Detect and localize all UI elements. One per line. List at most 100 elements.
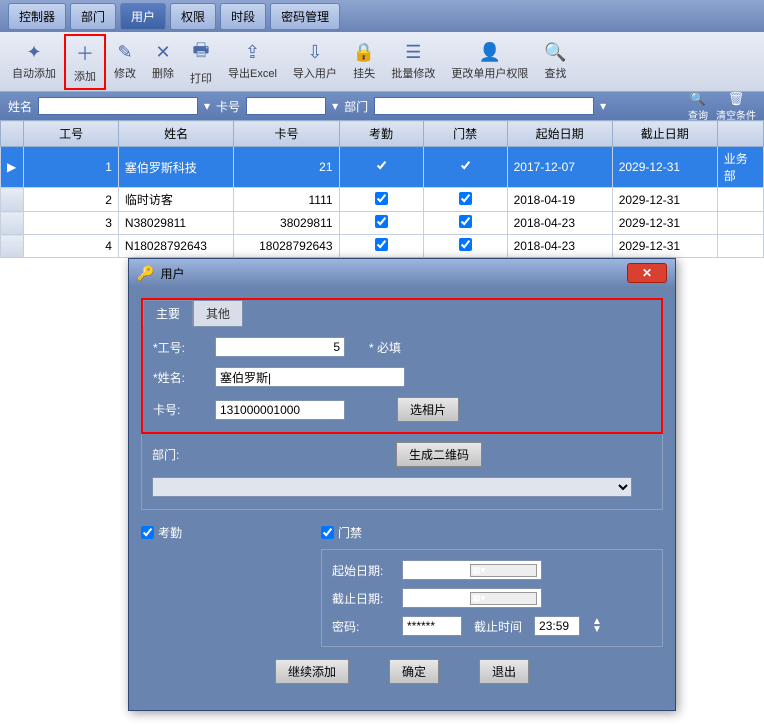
- end-date-input[interactable]: 2029-12-31▦▾: [402, 588, 542, 608]
- cell-card: 1111: [234, 188, 339, 212]
- access-checkbox[interactable]: [459, 215, 472, 228]
- th-end[interactable]: 截止日期: [612, 121, 717, 147]
- name-input[interactable]: [215, 367, 405, 387]
- start-date-input[interactable]: 2018-07-22▦▾: [402, 560, 542, 580]
- name-label: *姓名:: [153, 369, 203, 386]
- dropdown-icon[interactable]: ▾: [600, 99, 606, 113]
- menu-password[interactable]: 密码管理: [270, 3, 340, 30]
- tool-print[interactable]: 🖶打印: [182, 34, 220, 90]
- row-handle[interactable]: ▶: [1, 147, 24, 188]
- th-name[interactable]: 姓名: [118, 121, 234, 147]
- row-handle[interactable]: [1, 188, 24, 212]
- filter-card-input[interactable]: [246, 97, 326, 115]
- tool-import[interactable]: ⇩导入用户: [285, 38, 345, 85]
- cell-attendance: [339, 235, 423, 258]
- th-id[interactable]: 工号: [24, 121, 119, 147]
- dialog-titlebar[interactable]: 🔑 用户 ✕: [129, 259, 675, 287]
- dept-label: 部门:: [152, 446, 202, 463]
- access-checkbox-label[interactable]: 门禁: [321, 524, 663, 541]
- row-handle[interactable]: [1, 212, 24, 235]
- cell-attendance: [339, 188, 423, 212]
- search-icon: 🔍: [690, 91, 706, 107]
- tool-batch-edit[interactable]: ☰批量修改: [383, 38, 443, 85]
- dropdown-icon[interactable]: ▾: [332, 99, 338, 113]
- ok-btn[interactable]: 确定: [389, 659, 439, 684]
- cell-card: 21: [234, 147, 339, 188]
- tool-find[interactable]: 🔍查找: [536, 38, 574, 85]
- filter-name-input[interactable]: [38, 97, 198, 115]
- attendance-checkbox[interactable]: [375, 192, 388, 205]
- filter-search-btn[interactable]: 🔍查询: [688, 91, 708, 122]
- cell-attendance: [339, 147, 423, 188]
- attendance-checkbox[interactable]: [375, 238, 388, 251]
- gen-qr-btn[interactable]: 生成二维码: [396, 442, 482, 467]
- dept-select[interactable]: [152, 477, 632, 497]
- th-access[interactable]: 门禁: [423, 121, 507, 147]
- attendance-checkbox[interactable]: [141, 526, 154, 539]
- access-checkbox[interactable]: [459, 159, 472, 172]
- filter-clear-btn[interactable]: 🗑清空条件: [716, 91, 756, 122]
- filter-dept-input[interactable]: [374, 97, 594, 115]
- cell-start: 2018-04-23: [507, 212, 612, 235]
- calendar-icon[interactable]: ▦▾: [470, 592, 537, 605]
- menu-period[interactable]: 时段: [220, 3, 266, 30]
- table-row[interactable]: 2临时访客11112018-04-192029-12-31: [1, 188, 764, 212]
- menu-permission[interactable]: 权限: [170, 3, 216, 30]
- spinner-icon[interactable]: ▲▼: [592, 618, 602, 634]
- th-attendance[interactable]: 考勤: [339, 121, 423, 147]
- cell-end: 2029-12-31: [612, 212, 717, 235]
- tool-lost[interactable]: 🔒挂失: [345, 38, 383, 85]
- cell-card: 38029811: [234, 212, 339, 235]
- plus-icon: ＋: [76, 40, 94, 66]
- dialog-close-btn[interactable]: ✕: [627, 263, 667, 283]
- table-row[interactable]: 4N18028792643180287926432018-04-232029-1…: [1, 235, 764, 258]
- tool-edit[interactable]: ✎修改: [106, 38, 144, 85]
- select-photo-btn[interactable]: 选相片: [397, 397, 459, 422]
- row-handle[interactable]: [1, 235, 24, 258]
- password-label: 密码:: [332, 618, 390, 635]
- continue-add-btn[interactable]: 继续添加: [275, 659, 349, 684]
- attendance-checkbox[interactable]: [375, 159, 388, 172]
- th-card[interactable]: 卡号: [234, 121, 339, 147]
- end-time-input[interactable]: [534, 616, 580, 636]
- tab-main[interactable]: 主要: [143, 300, 193, 327]
- calendar-icon[interactable]: ▦▾: [470, 564, 537, 577]
- table-row[interactable]: 3N38029811380298112018-04-232029-12-31: [1, 212, 764, 235]
- attendance-checkbox[interactable]: [375, 215, 388, 228]
- access-checkbox[interactable]: [321, 526, 334, 539]
- filter-card-label: 卡号: [216, 98, 240, 115]
- password-input[interactable]: [402, 616, 462, 636]
- card-input[interactable]: [215, 400, 345, 420]
- printer-icon: 🖶: [193, 38, 210, 68]
- tab-other[interactable]: 其他: [193, 300, 243, 327]
- menu-user[interactable]: 用户: [120, 3, 166, 30]
- required-hint: * 必填: [369, 339, 401, 356]
- access-panel: 起始日期: 2018-07-22▦▾ 截止日期: 2029-12-31▦▾ 密码…: [321, 549, 663, 647]
- tool-export[interactable]: ⇪导出Excel: [220, 38, 285, 85]
- tool-change-perm[interactable]: 👤更改单用户权限: [443, 38, 536, 85]
- id-input[interactable]: [215, 337, 345, 357]
- end-time-label: 截止时间: [474, 618, 522, 635]
- access-checkbox[interactable]: [459, 238, 472, 251]
- exit-btn[interactable]: 退出: [479, 659, 529, 684]
- th-start[interactable]: 起始日期: [507, 121, 612, 147]
- attendance-checkbox-label[interactable]: 考勤: [141, 524, 301, 541]
- tool-auto-add[interactable]: ✦自动添加: [4, 38, 64, 85]
- cell-access: [423, 147, 507, 188]
- tool-delete[interactable]: ✕删除: [144, 38, 182, 85]
- menu-department[interactable]: 部门: [70, 3, 116, 30]
- cell-attendance: [339, 212, 423, 235]
- cell-id: 1: [24, 147, 119, 188]
- cell-id: 3: [24, 212, 119, 235]
- cell-start: 2018-04-19: [507, 188, 612, 212]
- table-row[interactable]: ▶1塞伯罗斯科技212017-12-072029-12-31业务部: [1, 147, 764, 188]
- access-checkbox[interactable]: [459, 192, 472, 205]
- dropdown-icon[interactable]: ▾: [204, 99, 210, 113]
- cell-name: 临时访客: [118, 188, 234, 212]
- th-extra[interactable]: [717, 121, 763, 147]
- filter-dept-label: 部门: [344, 98, 368, 115]
- menu-controller[interactable]: 控制器: [8, 3, 66, 30]
- tool-add[interactable]: ＋添加: [64, 34, 106, 90]
- cell-access: [423, 188, 507, 212]
- id-label: *工号:: [153, 339, 203, 356]
